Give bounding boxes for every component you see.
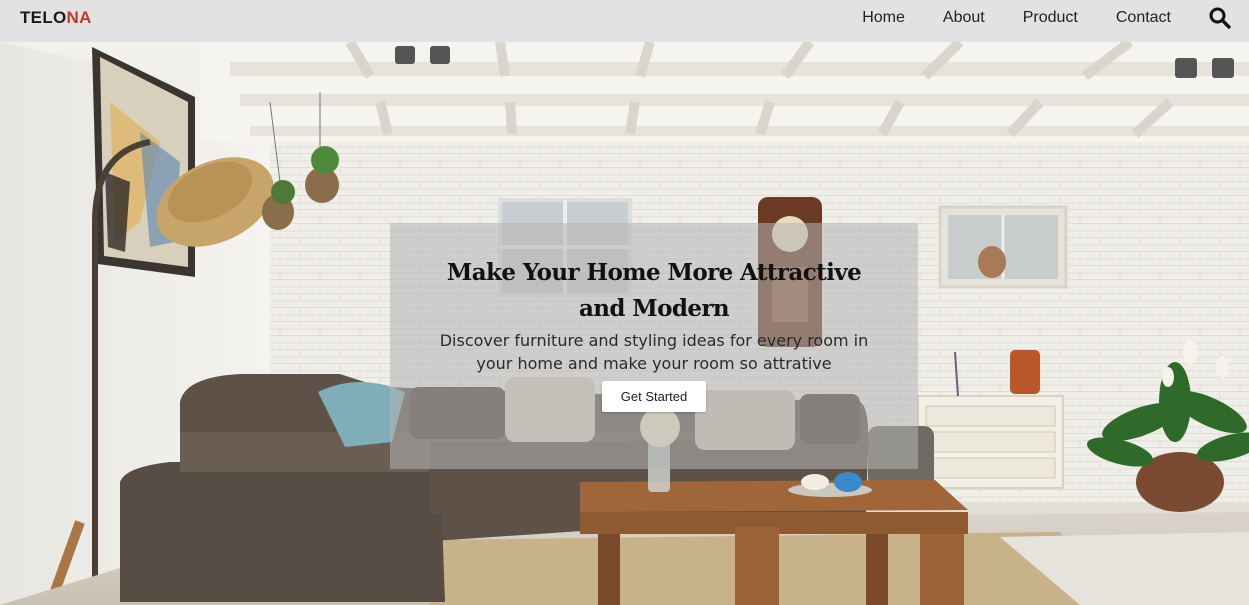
hero-card: Make Your Home More Attractive and Moder… xyxy=(390,223,918,469)
nav-link-home[interactable]: Home xyxy=(862,9,905,27)
hero-subtext: Discover furniture and styling ideas for… xyxy=(439,331,869,373)
brand-logo-part1: TELO xyxy=(20,8,67,27)
brand-logo[interactable]: TELONA xyxy=(20,8,92,28)
get-started-button[interactable]: Get Started xyxy=(601,381,707,412)
nav-link-contact[interactable]: Contact xyxy=(1116,9,1171,27)
navbar: TELONA Home About Product Contact xyxy=(0,0,1249,42)
search-icon[interactable] xyxy=(1208,6,1232,30)
brand-logo-part2: NA xyxy=(66,8,92,27)
nav-link-about[interactable]: About xyxy=(943,9,985,27)
nav-link-product[interactable]: Product xyxy=(1023,9,1078,27)
hero-headline: Make Your Home More Attractive and Moder… xyxy=(446,259,862,322)
hero-section: Make Your Home More Attractive and Moder… xyxy=(0,42,1249,605)
nav-menu: Home About Product Contact xyxy=(824,9,1171,27)
